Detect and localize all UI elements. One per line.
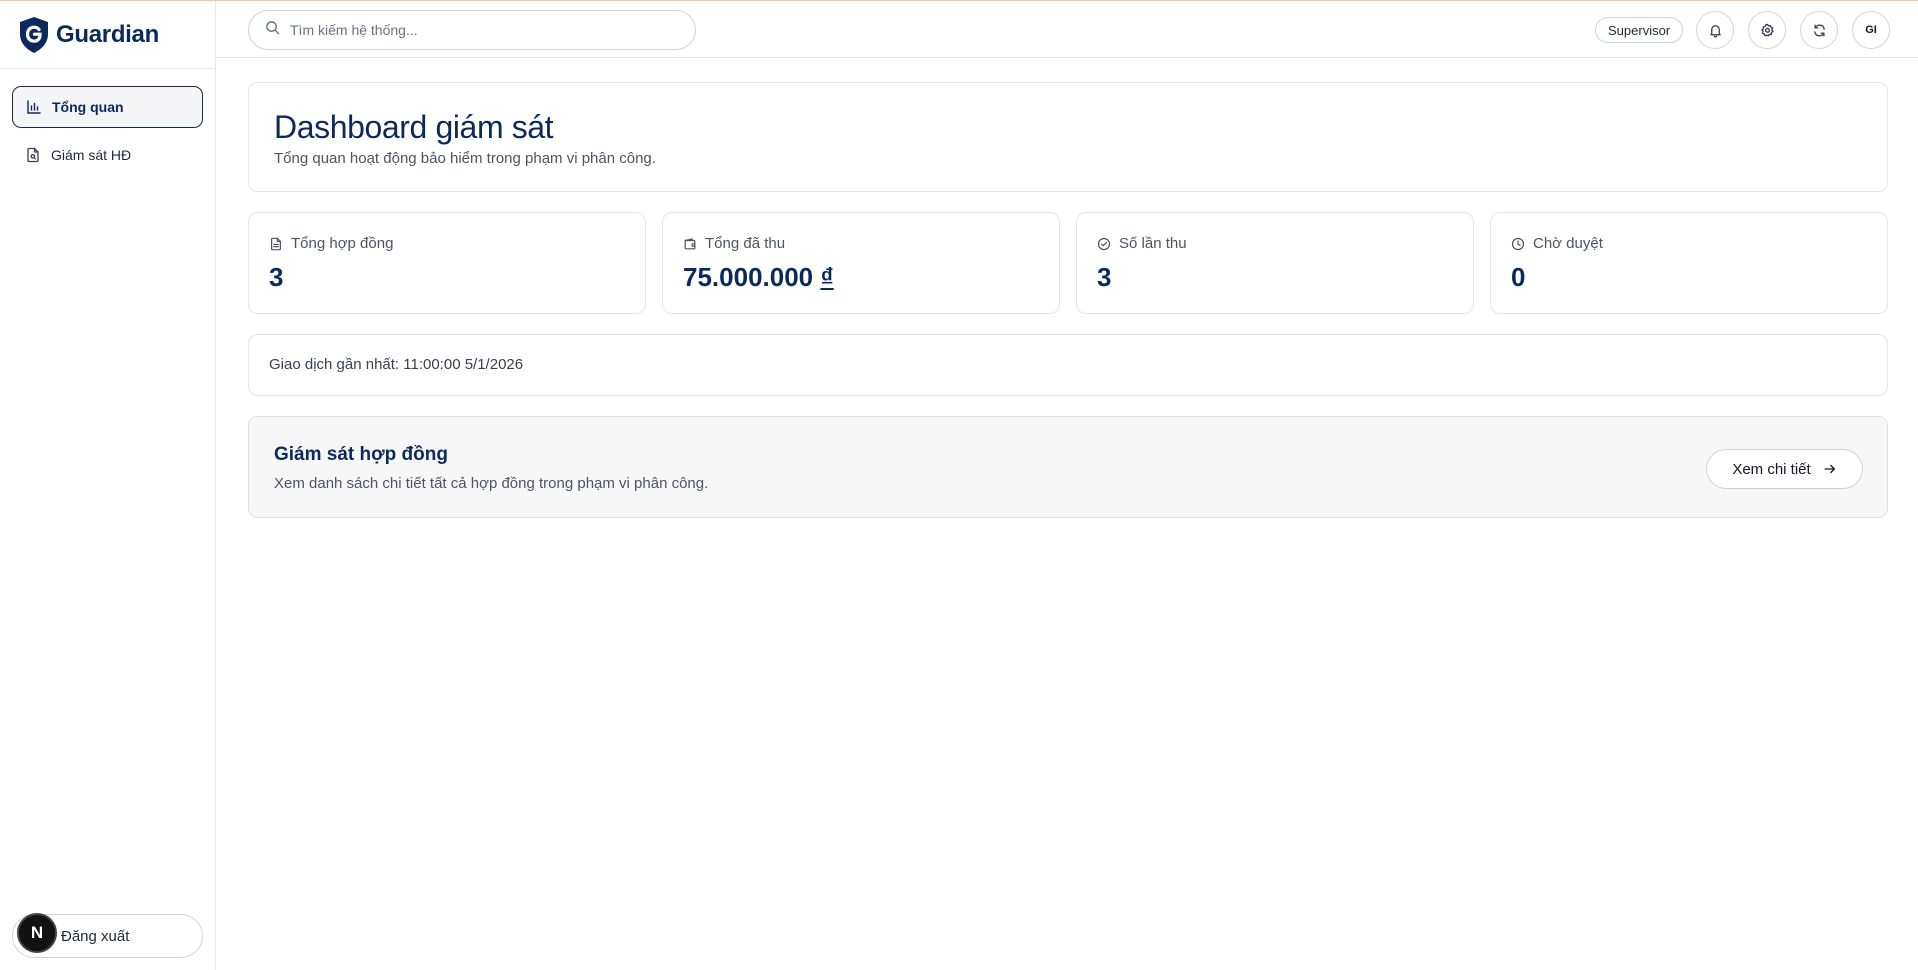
sidebar-item-contract-monitoring[interactable]: Giám sát HĐ	[12, 134, 203, 176]
refresh-icon	[1813, 23, 1825, 37]
stat-value: 75.000.000	[683, 262, 814, 292]
avatar-initials: GI	[1865, 24, 1877, 36]
latest-transaction-text: Giao dịch gần nhất: 11:00:00 5/1/2026	[269, 356, 524, 373]
sidebar-item-label: Tổng quan	[52, 99, 124, 115]
stat-card-total-contracts: Tổng hợp đồng 3	[248, 212, 646, 314]
stat-card-collection-count: Số lần thu 3	[1076, 212, 1474, 314]
check-circle-icon	[1097, 237, 1111, 250]
sidebar-nav: Tổng quan Giám sát HĐ	[0, 69, 215, 176]
view-details-button[interactable]: Xem chi tiết	[1706, 449, 1863, 489]
monitor-title: Giám sát hợp đồng	[274, 444, 448, 465]
sidebar: Guardian Tổng quan Giám sát HĐ Đăng xuất	[0, 1, 216, 970]
user-avatar-button[interactable]: GI	[1852, 11, 1890, 49]
stat-card-total-collected: Tổng đã thu 75.000.000 ₫	[662, 212, 1060, 314]
bar-chart-icon	[26, 99, 42, 115]
search-input[interactable]	[290, 22, 670, 38]
sidebar-item-label: Giám sát HĐ	[51, 147, 132, 163]
stat-value-wrapper: 75.000.000 ₫	[683, 262, 1039, 293]
settings-button[interactable]	[1748, 11, 1786, 49]
stat-label: Tổng đã thu	[705, 235, 786, 252]
top-header: Supervisor GI	[216, 1, 1918, 58]
stat-label: Tổng hợp đồng	[291, 235, 394, 252]
monitor-subtitle: Xem danh sách chi tiết tất cả hợp đồng t…	[274, 475, 709, 492]
gear-icon	[1760, 23, 1774, 37]
view-details-label: Xem chi tiết	[1732, 460, 1811, 478]
latest-transaction-card: Giao dịch gần nhất: 11:00:00 5/1/2026	[248, 334, 1888, 396]
bell-icon	[1709, 24, 1721, 38]
contract-monitoring-card: Giám sát hợp đồng Xem danh sách chi tiết…	[248, 416, 1888, 518]
document-icon	[271, 237, 281, 250]
page-title: Dashboard giám sát	[274, 109, 554, 145]
stat-value: 3	[269, 262, 284, 292]
search-box[interactable]	[248, 10, 696, 50]
currency-symbol: ₫	[820, 262, 834, 292]
notifications-button[interactable]	[1696, 11, 1734, 49]
stat-label: Chờ duyệt	[1533, 235, 1603, 252]
sidebar-item-overview[interactable]: Tổng quan	[12, 86, 203, 128]
page-subtitle: Tổng quan hoạt động bảo hiểm trong phạm …	[274, 150, 656, 167]
refresh-button[interactable]	[1800, 11, 1838, 49]
stat-value: 3	[1097, 262, 1112, 292]
brand[interactable]: Guardian	[0, 1, 215, 69]
file-search-icon	[25, 147, 41, 163]
brand-name: Guardian	[56, 20, 159, 48]
page-header-card: Dashboard giám sát Tổng quan hoạt động b…	[248, 82, 1888, 192]
clock-icon	[1511, 237, 1525, 250]
arrow-right-icon	[1824, 464, 1835, 474]
role-badge: Supervisor	[1595, 17, 1684, 43]
logout-label: Đăng xuất	[61, 927, 130, 945]
guardian-shield-logo-icon	[20, 16, 48, 53]
stat-value: 0	[1511, 262, 1526, 292]
dev-badge[interactable]: N	[17, 913, 57, 953]
stat-card-pending-approval: Chờ duyệt 0	[1490, 212, 1888, 314]
stat-label: Số lần thu	[1119, 235, 1187, 252]
wallet-icon	[684, 237, 696, 249]
search-icon	[265, 20, 280, 40]
